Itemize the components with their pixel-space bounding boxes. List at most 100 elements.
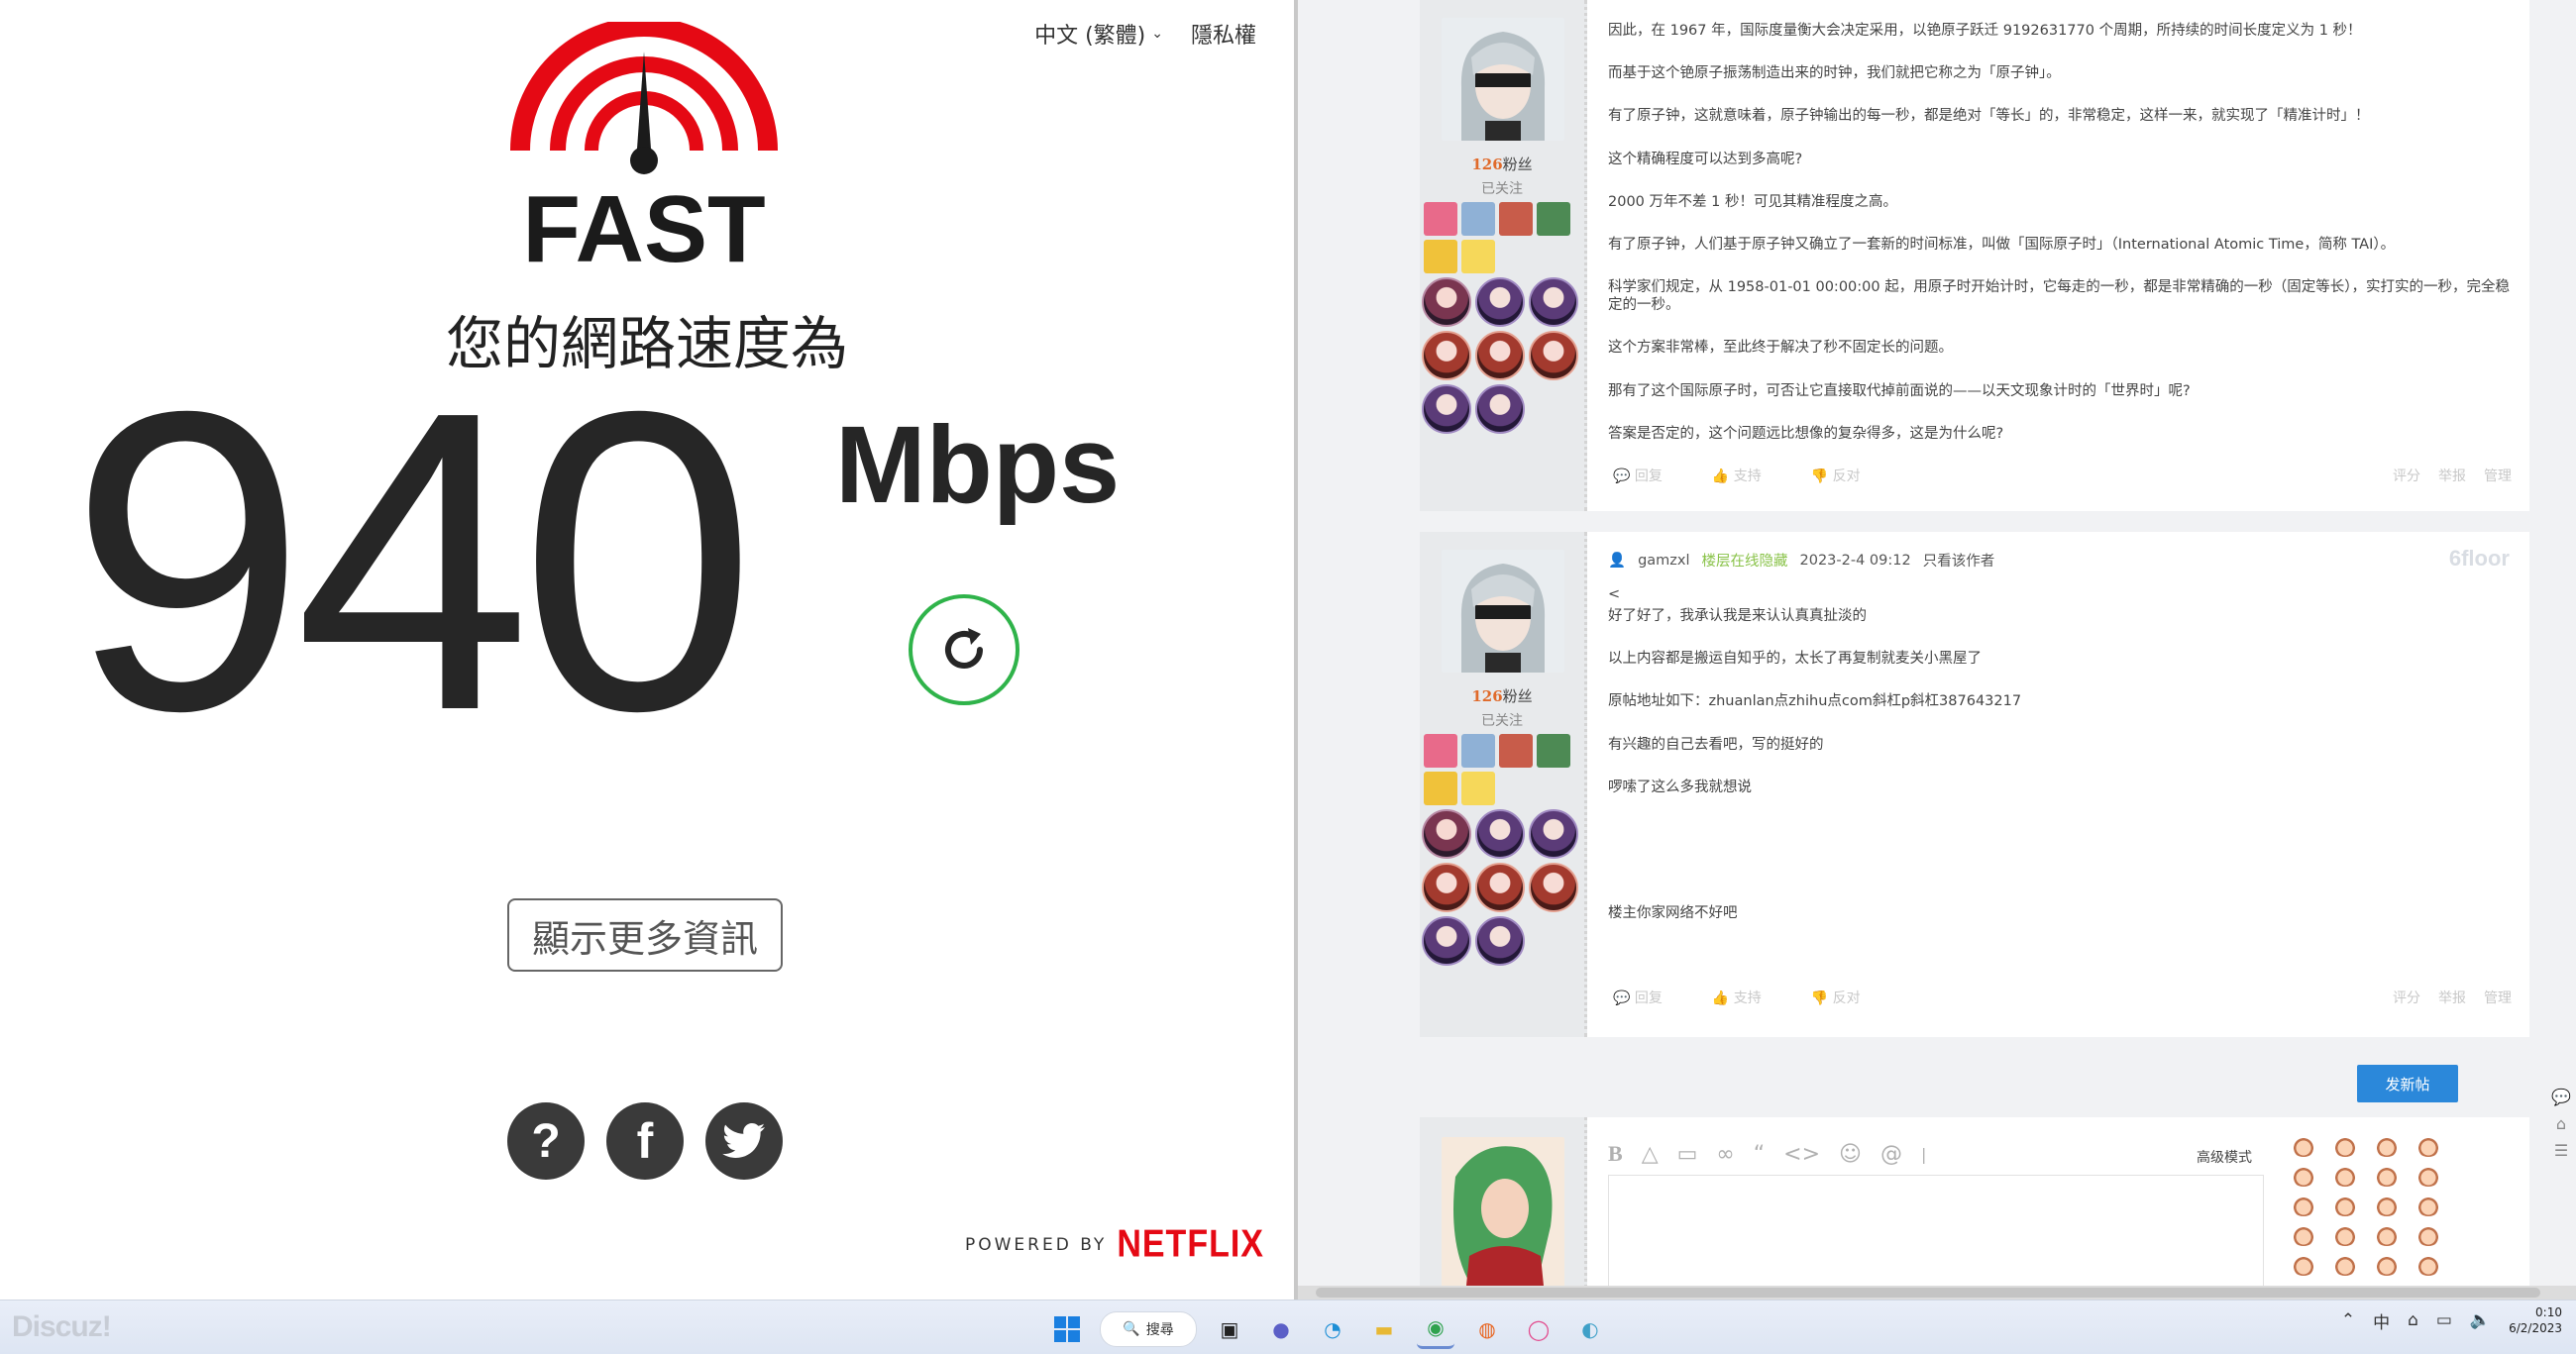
smiley-icon[interactable] [2333,1256,2357,1276]
code-icon[interactable]: <> [1783,1142,1820,1167]
smiley-icon[interactable] [2333,1226,2357,1246]
show-more-info-button[interactable]: 顯示更多資訊 [507,898,783,972]
globe-app-icon[interactable]: ◐ [1571,1310,1609,1348]
medal-alert-icon[interactable] [1461,772,1495,805]
report-link[interactable]: 举报 [2438,988,2466,1007]
rate-link[interactable]: 评分 [2393,466,2420,485]
medal-character-icon[interactable] [1461,202,1495,236]
twitter-button[interactable] [705,1102,783,1180]
horizontal-scrollbar[interactable] [1298,1286,2576,1300]
up-icon[interactable]: ⌂ [2556,1114,2566,1133]
scrollbar-thumb[interactable] [1316,1288,2540,1298]
reply-button[interactable]: 💬 回复 [1613,988,1663,1007]
firefox-icon[interactable]: ◍ [1468,1310,1506,1348]
link-icon[interactable]: ∞ [1716,1142,1734,1167]
badge-icon[interactable] [1422,863,1471,912]
opera-icon[interactable]: ◯ [1520,1310,1557,1348]
smiley-icon[interactable] [2375,1137,2399,1157]
medal-character-icon[interactable] [1499,202,1533,236]
chat-app-icon[interactable]: ● [1262,1310,1300,1348]
smiley-icon[interactable] [2375,1226,2399,1246]
smiley-icon[interactable] [2292,1167,2315,1187]
font-color-icon[interactable]: △ [1642,1142,1659,1167]
smiley-icon[interactable] [2333,1167,2357,1187]
emoji-icon[interactable]: ☺ [1839,1142,1862,1167]
floor-number[interactable]: 6floor [2449,546,2510,572]
list-icon[interactable]: ☰ [2554,1141,2568,1160]
new-post-button[interactable]: 发新帖 [2357,1065,2458,1102]
followed-label[interactable]: 已关注 [1420,710,1584,730]
smiley-icon[interactable] [2333,1197,2357,1216]
refresh-button[interactable] [909,594,1020,705]
medal-character-icon[interactable] [1499,734,1533,768]
image-icon[interactable]: ▭ [1677,1142,1698,1167]
badge-icon[interactable] [1529,863,1578,912]
fans-count[interactable]: 126粉丝 [1420,685,1584,706]
edge-icon[interactable]: ◔ [1314,1310,1351,1348]
taskbar-search[interactable]: 🔍 搜尋 [1100,1310,1197,1347]
support-button[interactable]: 👍 支持 [1712,466,1762,485]
smiley-icon[interactable] [2416,1256,2440,1276]
reply-button[interactable]: 💬 回复 [1613,466,1663,485]
medal-paw-icon[interactable] [1424,240,1457,273]
report-link[interactable]: 举报 [2438,466,2466,485]
volume-icon[interactable]: 🔈 [2470,1310,2491,1330]
fans-count[interactable]: 126粉丝 [1420,154,1584,174]
advanced-mode-link[interactable]: 高级模式 [2197,1147,2252,1167]
badge-icon[interactable] [1422,384,1471,434]
oppose-button[interactable]: 👎 反对 [1811,466,1861,485]
badge-icon[interactable] [1529,277,1578,327]
smiley-icon[interactable] [2292,1226,2315,1246]
avatar[interactable] [1442,1137,1564,1296]
input-language[interactable]: 中 [2373,1308,2390,1333]
badge-icon[interactable] [1422,331,1471,380]
chrome-icon[interactable]: ◉ [1417,1308,1454,1349]
smiley-icon[interactable] [2375,1167,2399,1187]
oppose-button[interactable]: 👎 反对 [1811,988,1861,1007]
mention-icon[interactable]: @ [1880,1142,1902,1167]
badge-icon[interactable] [1475,331,1525,380]
support-button[interactable]: 👍 支持 [1712,988,1762,1007]
badge-icon[interactable] [1422,916,1471,966]
avatar[interactable] [1442,550,1564,673]
medal-heart-icon[interactable] [1424,734,1457,768]
smiley-icon[interactable] [2416,1167,2440,1187]
smiley-icon[interactable] [2416,1137,2440,1157]
help-button[interactable]: ? [507,1102,585,1180]
only-author-link[interactable]: 只看该作者 [1923,550,1995,571]
language-selector[interactable]: 中文 (繁體) ⌄ [1034,18,1163,50]
manage-link[interactable]: 管理 [2484,988,2512,1007]
smiley-icon[interactable] [2375,1197,2399,1216]
task-view-icon[interactable]: ▣ [1211,1310,1248,1348]
badge-icon[interactable] [1475,916,1525,966]
badge-icon[interactable] [1422,809,1471,859]
medal-character-icon[interactable] [1537,202,1570,236]
smiley-icon[interactable] [2416,1197,2440,1216]
badge-icon[interactable] [1422,277,1471,327]
privacy-link[interactable]: 隱私權 [1191,18,1256,50]
smiley-icon[interactable] [2416,1226,2440,1246]
badge-icon[interactable] [1529,331,1578,380]
followed-label[interactable]: 已关注 [1420,178,1584,198]
chevron-up-icon[interactable]: ⌃ [2341,1310,2355,1330]
quote-icon[interactable]: “ [1754,1142,1765,1167]
clock[interactable]: 0:10 6/2/2023 [2509,1304,2562,1336]
avatar[interactable] [1442,18,1564,141]
medal-heart-icon[interactable] [1424,202,1457,236]
badge-icon[interactable] [1475,384,1525,434]
medal-character-icon[interactable] [1537,734,1570,768]
network-icon[interactable]: ▭ [2436,1310,2452,1330]
file-explorer-icon[interactable]: ▬ [1365,1310,1403,1348]
badge-icon[interactable] [1529,809,1578,859]
smiley-icon[interactable] [2375,1256,2399,1276]
badge-icon[interactable] [1475,277,1525,327]
badge-icon[interactable] [1475,863,1525,912]
powered-by-netflix[interactable]: POWERED BY NETFLIX [965,1222,1264,1266]
smiley-icon[interactable] [2292,1197,2315,1216]
medal-alert-icon[interactable] [1461,240,1495,273]
author-link[interactable]: gamzxl [1638,553,1689,569]
badge-icon[interactable] [1475,809,1525,859]
manage-link[interactable]: 管理 [2484,466,2512,485]
rate-link[interactable]: 评分 [2393,988,2420,1007]
smiley-icon[interactable] [2292,1256,2315,1276]
